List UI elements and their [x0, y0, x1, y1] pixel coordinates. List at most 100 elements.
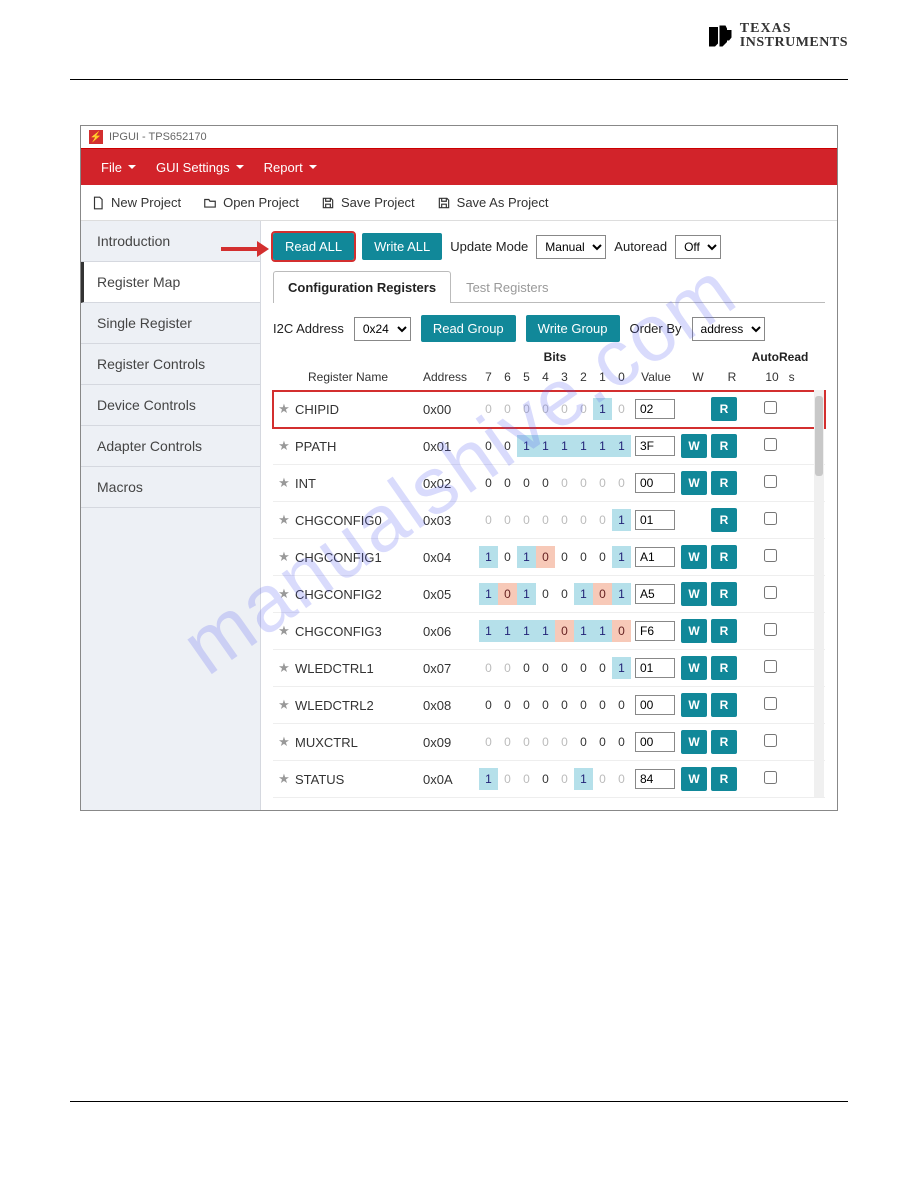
bit-cell[interactable]: 0: [612, 620, 631, 642]
autoread-checkbox[interactable]: [764, 771, 777, 784]
read-all-button[interactable]: Read ALL: [273, 233, 354, 260]
bit-cell[interactable]: 0: [517, 398, 536, 420]
bit-cell[interactable]: 1: [517, 435, 536, 457]
bit-cell[interactable]: 0: [498, 398, 517, 420]
tab-test-registers[interactable]: Test Registers: [451, 271, 563, 303]
bit-cell[interactable]: 0: [612, 768, 631, 790]
write-button[interactable]: W: [681, 656, 707, 680]
order-by-select[interactable]: address: [692, 317, 765, 341]
favorite-star-icon[interactable]: ★: [273, 697, 295, 713]
read-button[interactable]: R: [711, 434, 737, 458]
register-value-input[interactable]: [635, 510, 675, 530]
write-button[interactable]: W: [681, 693, 707, 717]
bit-cell[interactable]: 0: [593, 472, 612, 494]
sidebar-item-single-register[interactable]: Single Register: [81, 303, 260, 344]
autoread-checkbox[interactable]: [764, 475, 777, 488]
read-button[interactable]: R: [711, 730, 737, 754]
favorite-star-icon[interactable]: ★: [273, 512, 295, 528]
bit-cell[interactable]: 0: [517, 509, 536, 531]
menu-file[interactable]: File: [91, 160, 146, 175]
bit-cell[interactable]: 0: [517, 694, 536, 716]
bit-cell[interactable]: 1: [574, 768, 593, 790]
bit-cell[interactable]: 0: [574, 509, 593, 531]
bit-cell[interactable]: 0: [593, 546, 612, 568]
bit-cell[interactable]: 0: [498, 768, 517, 790]
favorite-star-icon[interactable]: ★: [273, 771, 295, 787]
bit-cell[interactable]: 0: [574, 657, 593, 679]
sidebar-item-introduction[interactable]: Introduction: [81, 221, 260, 262]
bit-cell[interactable]: 0: [555, 657, 574, 679]
bit-cell[interactable]: 0: [574, 731, 593, 753]
bit-cell[interactable]: 0: [612, 398, 631, 420]
bit-cell[interactable]: 1: [536, 620, 555, 642]
bit-cell[interactable]: 0: [555, 694, 574, 716]
favorite-star-icon[interactable]: ★: [273, 623, 295, 639]
bit-cell[interactable]: 1: [574, 435, 593, 457]
bit-cell[interactable]: 0: [555, 546, 574, 568]
bit-cell[interactable]: 1: [479, 583, 498, 605]
bit-cell[interactable]: 0: [612, 472, 631, 494]
menu-gui-settings[interactable]: GUI Settings: [146, 160, 254, 175]
bit-cell[interactable]: 1: [574, 583, 593, 605]
bit-cell[interactable]: 1: [517, 583, 536, 605]
bit-cell[interactable]: 0: [555, 472, 574, 494]
bit-cell[interactable]: 0: [612, 694, 631, 716]
bit-cell[interactable]: 0: [612, 731, 631, 753]
read-button[interactable]: R: [711, 656, 737, 680]
read-button[interactable]: R: [711, 582, 737, 606]
favorite-star-icon[interactable]: ★: [273, 586, 295, 602]
save-project-button[interactable]: Save Project: [317, 193, 419, 212]
bit-cell[interactable]: 0: [536, 694, 555, 716]
bit-cell[interactable]: 1: [612, 546, 631, 568]
bit-cell[interactable]: 1: [498, 620, 517, 642]
bit-cell[interactable]: 1: [536, 435, 555, 457]
write-button[interactable]: W: [681, 434, 707, 458]
sidebar-item-register-controls[interactable]: Register Controls: [81, 344, 260, 385]
write-button[interactable]: W: [681, 619, 707, 643]
register-value-input[interactable]: [635, 399, 675, 419]
bit-cell[interactable]: 0: [498, 509, 517, 531]
bit-cell[interactable]: 0: [517, 472, 536, 494]
bit-cell[interactable]: 1: [612, 583, 631, 605]
bit-cell[interactable]: 0: [479, 731, 498, 753]
bit-cell[interactable]: 0: [593, 583, 612, 605]
bit-cell[interactable]: 0: [555, 731, 574, 753]
register-value-input[interactable]: [635, 769, 675, 789]
bit-cell[interactable]: 0: [498, 657, 517, 679]
read-group-button[interactable]: Read Group: [421, 315, 516, 342]
sidebar-item-device-controls[interactable]: Device Controls: [81, 385, 260, 426]
bit-cell[interactable]: 0: [479, 657, 498, 679]
bit-cell[interactable]: 0: [574, 398, 593, 420]
bit-cell[interactable]: 0: [498, 731, 517, 753]
register-value-input[interactable]: [635, 732, 675, 752]
bit-cell[interactable]: 0: [574, 694, 593, 716]
bit-cell[interactable]: 0: [479, 398, 498, 420]
bit-cell[interactable]: 0: [555, 583, 574, 605]
register-value-input[interactable]: [635, 473, 675, 493]
favorite-star-icon[interactable]: ★: [273, 438, 295, 454]
register-value-input[interactable]: [635, 547, 675, 567]
bit-cell[interactable]: 0: [536, 583, 555, 605]
write-all-button[interactable]: Write ALL: [362, 233, 442, 260]
bit-cell[interactable]: 0: [593, 657, 612, 679]
write-button[interactable]: W: [681, 545, 707, 569]
register-value-input[interactable]: [635, 436, 675, 456]
autoread-select[interactable]: Off: [675, 235, 721, 259]
bit-cell[interactable]: 1: [593, 398, 612, 420]
write-button[interactable]: W: [681, 582, 707, 606]
read-button[interactable]: R: [711, 619, 737, 643]
favorite-star-icon[interactable]: ★: [273, 734, 295, 750]
bit-cell[interactable]: 0: [536, 657, 555, 679]
bit-cell[interactable]: 1: [555, 435, 574, 457]
bit-cell[interactable]: 0: [536, 768, 555, 790]
sidebar-item-register-map[interactable]: Register Map: [81, 262, 260, 303]
bit-cell[interactable]: 0: [536, 398, 555, 420]
scrollbar[interactable]: [814, 390, 824, 797]
bit-cell[interactable]: 0: [536, 546, 555, 568]
tab-configuration-registers[interactable]: Configuration Registers: [273, 271, 451, 303]
bit-cell[interactable]: 0: [517, 731, 536, 753]
bit-cell[interactable]: 0: [498, 546, 517, 568]
bit-cell[interactable]: 0: [536, 731, 555, 753]
bit-cell[interactable]: 0: [555, 398, 574, 420]
bit-cell[interactable]: 0: [479, 435, 498, 457]
